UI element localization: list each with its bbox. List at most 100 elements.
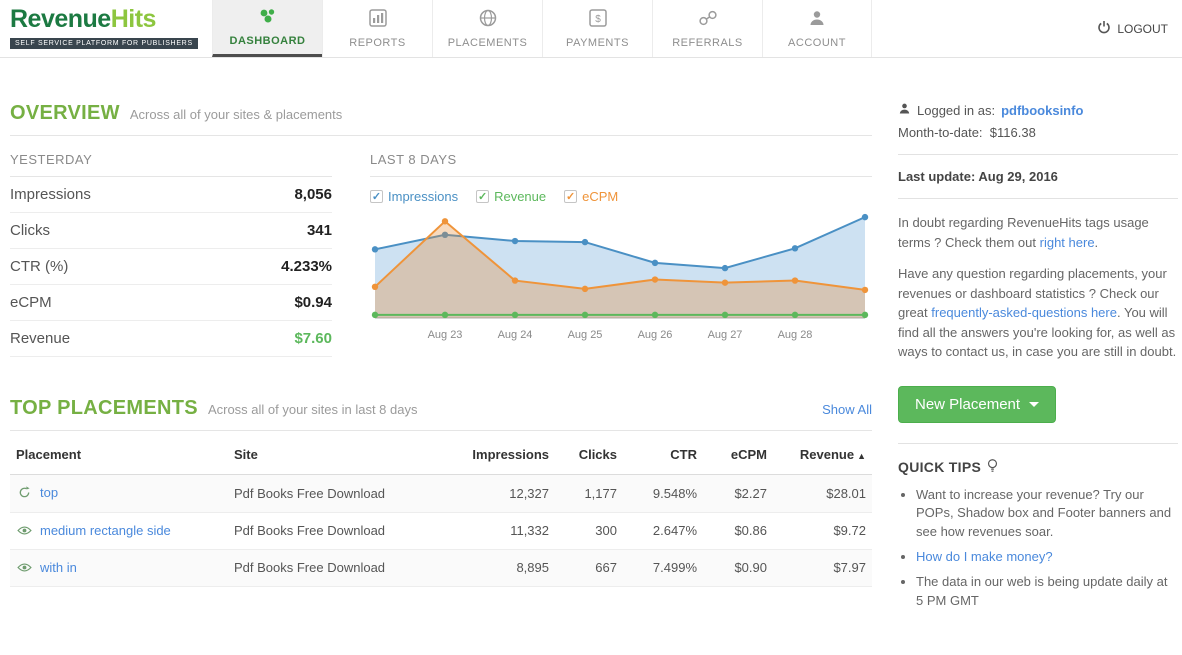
legend-item[interactable]: ✓ eCPM xyxy=(564,189,618,204)
table-header-row: Placement Site Impressions Clicks CTR eC… xyxy=(10,435,872,475)
impressions-cell: 11,332 xyxy=(460,512,555,550)
col-impressions[interactable]: Impressions xyxy=(460,435,555,475)
link-icon xyxy=(698,9,718,32)
stat-label: CTR (%) xyxy=(10,258,69,275)
month-to-date: Month-to-date: $116.38 xyxy=(898,125,1036,140)
svg-text:Aug 28: Aug 28 xyxy=(778,329,813,341)
overview-title: OVERVIEW xyxy=(10,102,120,124)
lightbulb-icon xyxy=(987,458,998,476)
chevron-down-icon xyxy=(1029,401,1040,407)
tab-account[interactable]: ACCOUNT xyxy=(762,0,872,57)
impressions-cell: 8,895 xyxy=(460,549,555,587)
ctr-cell: 9.548% xyxy=(623,474,703,513)
stat-value: $7.60 xyxy=(294,330,332,347)
stat-value: 341 xyxy=(306,222,332,239)
revenue-cell: $28.01 xyxy=(773,474,872,513)
svg-text:Aug 26: Aug 26 xyxy=(638,329,673,341)
clicks-cell: 1,177 xyxy=(555,474,623,513)
col-revenue[interactable]: Revenue ▲ xyxy=(773,435,872,475)
svg-text:$: $ xyxy=(595,14,601,25)
tab-reports[interactable]: REPORTS xyxy=(322,0,432,57)
legend-label: Revenue xyxy=(494,189,547,204)
ecpm-cell: $2.27 xyxy=(703,474,773,513)
stat-label: Impressions xyxy=(10,186,91,203)
stat-row: Revenue $7.60 xyxy=(10,321,332,357)
logout-button[interactable]: LOGOUT xyxy=(1097,0,1182,57)
logo-tagline: SELF SERVICE PLATFORM FOR PUBLISHERS xyxy=(10,38,198,49)
tab-dashboard[interactable]: DASHBOARD xyxy=(212,0,322,57)
stat-row: Clicks 341 xyxy=(10,213,332,249)
overview-header: OVERVIEW Across all of your sites & plac… xyxy=(10,102,872,136)
globe-icon xyxy=(479,9,497,32)
legend-item[interactable]: ✓ Revenue xyxy=(476,189,546,204)
svg-text:Aug 23: Aug 23 xyxy=(428,329,463,341)
impressions-cell: 12,327 xyxy=(460,474,555,513)
col-placement[interactable]: Placement xyxy=(10,435,228,475)
ctr-cell: 7.499% xyxy=(623,549,703,587)
dashboard-icon xyxy=(258,7,278,30)
legend-label: Impressions xyxy=(388,189,459,204)
ctr-cell: 2.647% xyxy=(623,512,703,550)
quick-tip-item: Want to increase your revenue? Try our P… xyxy=(916,486,1178,543)
stat-label: Revenue xyxy=(10,330,71,347)
top-placements-title: TOP PLACEMENTS xyxy=(10,397,198,419)
placement-link[interactable]: top xyxy=(40,485,58,500)
top-placements-subtitle: Across all of your sites in last 8 days xyxy=(207,402,418,417)
legend-checkbox[interactable]: ✓ xyxy=(564,190,578,203)
inline-link[interactable]: frequently-asked-questions here xyxy=(931,305,1117,320)
new-placement-button[interactable]: New Placement xyxy=(898,385,1057,423)
sort-asc-icon: ▲ xyxy=(857,451,866,461)
inline-link[interactable]: right here xyxy=(1040,235,1095,250)
inline-link[interactable]: How do I make money? xyxy=(916,549,1053,564)
svg-text:Aug 27: Aug 27 xyxy=(708,329,743,341)
logo[interactable]: RevenueHits SELF SERVICE PLATFORM FOR PU… xyxy=(0,0,212,57)
placement-link[interactable]: with in xyxy=(40,560,77,575)
tab-payments[interactable]: $ PAYMENTS xyxy=(542,0,652,57)
stat-row: Impressions 8,056 xyxy=(10,177,332,213)
table-row: top Pdf Books Free Download 12,327 1,177 9.5… xyxy=(10,474,872,513)
username-link[interactable]: pdfbooksinfo xyxy=(1001,103,1083,118)
right-sidebar: Logged in as: pdfbooksinfo Month-to-date… xyxy=(898,58,1178,617)
stat-label: Clicks xyxy=(10,222,50,239)
bar-chart-icon xyxy=(368,8,387,32)
col-ecpm[interactable]: eCPM xyxy=(703,435,773,475)
placement-link[interactable]: medium rectangle side xyxy=(40,523,171,538)
legend-item[interactable]: ✓ Impressions xyxy=(370,189,458,204)
pop-icon xyxy=(16,485,32,502)
site-cell: Pdf Books Free Download xyxy=(228,512,460,550)
user-icon xyxy=(898,102,911,118)
stat-value: 4.233% xyxy=(281,258,332,275)
col-clicks[interactable]: Clicks xyxy=(555,435,623,475)
svg-text:Aug 25: Aug 25 xyxy=(568,329,603,341)
last-8-days-panel: LAST 8 DAYS ✓ Impressions ✓ Revenue ✓ eCPM Au… xyxy=(370,152,872,359)
stat-row: CTR (%) 4.233% xyxy=(10,249,332,285)
col-site[interactable]: Site xyxy=(228,435,460,475)
tab-referrals[interactable]: REFERRALS xyxy=(652,0,762,57)
table-row: medium rectangle side Pdf Books Free Down… xyxy=(10,512,872,550)
top-placements-header: TOP PLACEMENTS Across all of your sites … xyxy=(10,397,872,431)
divider xyxy=(898,154,1178,155)
legend-label: eCPM xyxy=(582,189,619,204)
stat-value: 8,056 xyxy=(294,186,332,203)
quick-tips-list: Want to increase your revenue? Try our P… xyxy=(916,486,1178,611)
person-icon xyxy=(808,9,826,32)
clicks-cell: 300 xyxy=(555,512,623,550)
tab-placements[interactable]: PLACEMENTS xyxy=(432,0,542,57)
col-ctr[interactable]: CTR xyxy=(623,435,703,475)
revenue-cell: $9.72 xyxy=(773,512,872,550)
legend-checkbox[interactable]: ✓ xyxy=(476,190,490,203)
yesterday-stats: Impressions 8,056 Clicks 341 CTR (%) 4.233% eC… xyxy=(10,177,332,357)
quick-tips-title: QUICK TIPS xyxy=(898,458,1178,476)
stat-row: eCPM $0.94 xyxy=(10,285,332,321)
ecpm-cell: $0.86 xyxy=(703,512,773,550)
eye-icon xyxy=(16,524,32,539)
logged-in-as: Logged in as: pdfbooksinfo xyxy=(898,102,1178,118)
payment-icon: $ xyxy=(588,8,607,32)
stat-label: eCPM xyxy=(10,294,52,311)
placements-tbody: top Pdf Books Free Download 12,327 1,177 9.5… xyxy=(10,474,872,587)
show-all-link[interactable]: Show All xyxy=(822,402,872,417)
site-cell: Pdf Books Free Download xyxy=(228,474,460,513)
yesterday-panel: YESTERDAY Impressions 8,056 Clicks 341 CTR (… xyxy=(10,152,332,359)
legend-checkbox[interactable]: ✓ xyxy=(370,190,383,203)
chart-title: LAST 8 DAYS xyxy=(370,152,872,177)
